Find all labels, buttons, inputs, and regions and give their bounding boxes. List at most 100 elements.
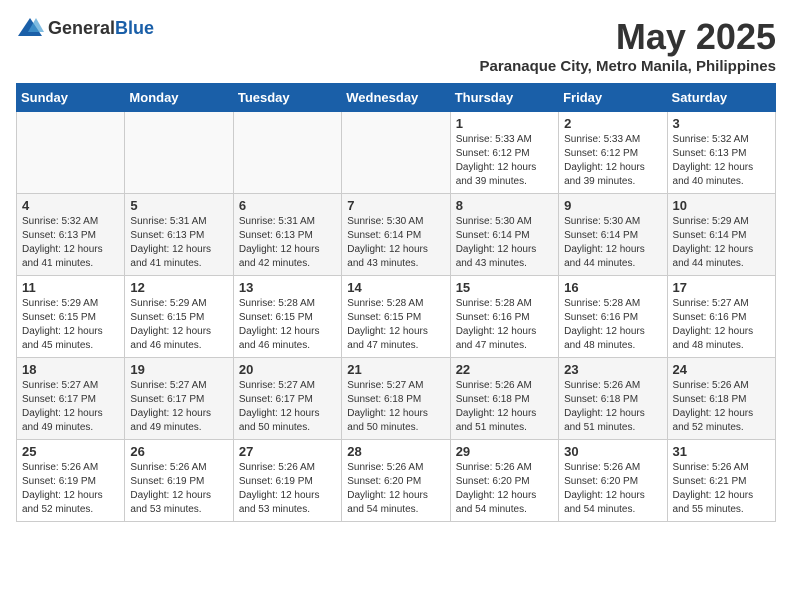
day-info: Sunrise: 5:27 AMSunset: 6:17 PMDaylight:…	[239, 379, 336, 435]
day-number: 28	[347, 444, 444, 459]
day-info: Sunrise: 5:26 AMSunset: 6:19 PMDaylight:…	[130, 461, 227, 517]
calendar-cell: 28 Sunrise: 5:26 AMSunset: 6:20 PMDayligh…	[342, 440, 450, 522]
col-header-saturday: Saturday	[667, 84, 775, 112]
calendar-cell: 22Sunrise: 5:26 AMSunset: 6:18 PMDayligh…	[450, 358, 558, 440]
day-info: Sunrise: 5:30 AMSunset: 6:14 PMDaylight:…	[564, 215, 661, 271]
day-info: Sunrise: 5:26 AMSunset: 6:18 PMDaylight:…	[456, 379, 553, 435]
calendar-cell: 29 Sunrise: 5:26 AMSunset: 6:20 PMDayligh…	[450, 440, 558, 522]
calendar-cell: 17Sunrise: 5:27 AMSunset: 6:16 PMDayligh…	[667, 276, 775, 358]
logo-icon	[16, 16, 44, 40]
day-info: Sunrise: 5:26 AMSunset: 6:19 PMDaylight:…	[22, 461, 119, 517]
day-info: Sunrise: 5:27 AMSunset: 6:17 PMDaylight:…	[22, 379, 119, 435]
day-number: 14	[347, 280, 444, 295]
calendar-cell	[233, 112, 341, 194]
calendar-cell: 3Sunrise: 5:32 AMSunset: 6:13 PMDaylight…	[667, 112, 775, 194]
month-year: May 2025	[480, 16, 776, 58]
calendar-cell: 4Sunrise: 5:32 AMSunset: 6:13 PMDaylight…	[17, 194, 125, 276]
calendar-cell: 9 Sunrise: 5:30 AMSunset: 6:14 PMDaylight…	[559, 194, 667, 276]
calendar-cell: 20 Sunrise: 5:27 AMSunset: 6:17 PMDayligh…	[233, 358, 341, 440]
calendar-cell	[125, 112, 233, 194]
calendar-week-row: 18 Sunrise: 5:27 AMSunset: 6:17 PMDayligh…	[17, 358, 776, 440]
day-info: Sunrise: 5:30 AMSunset: 6:14 PMDaylight:…	[347, 215, 444, 271]
day-info: Sunrise: 5:32 AMSunset: 6:13 PMDaylight:…	[673, 133, 770, 189]
col-header-sunday: Sunday	[17, 84, 125, 112]
calendar-cell: 23 Sunrise: 5:26 AMSunset: 6:18 PMDayligh…	[559, 358, 667, 440]
day-number: 13	[239, 280, 336, 295]
calendar-cell: 6 Sunrise: 5:31 AMSunset: 6:13 PMDaylight…	[233, 194, 341, 276]
day-info: Sunrise: 5:26 AMSunset: 6:20 PMDaylight:…	[456, 461, 553, 517]
day-number: 27	[239, 444, 336, 459]
day-number: 29	[456, 444, 553, 459]
day-number: 24	[673, 362, 770, 377]
calendar-header-row: SundayMondayTuesdayWednesdayThursdayFrid…	[17, 84, 776, 112]
calendar-cell: 8Sunrise: 5:30 AMSunset: 6:14 PMDaylight…	[450, 194, 558, 276]
day-info: Sunrise: 5:26 AMSunset: 6:21 PMDaylight:…	[673, 461, 770, 517]
calendar-cell	[17, 112, 125, 194]
logo: GeneralBlue	[16, 16, 154, 40]
day-info: Sunrise: 5:26 AMSunset: 6:20 PMDaylight:…	[347, 461, 444, 517]
day-info: Sunrise: 5:29 AMSunset: 6:15 PMDaylight:…	[22, 297, 119, 353]
calendar-cell: 7Sunrise: 5:30 AMSunset: 6:14 PMDaylight…	[342, 194, 450, 276]
day-info: Sunrise: 5:28 AMSunset: 6:16 PMDaylight:…	[456, 297, 553, 353]
calendar-cell: 12Sunrise: 5:29 AMSunset: 6:15 PMDayligh…	[125, 276, 233, 358]
col-header-wednesday: Wednesday	[342, 84, 450, 112]
calendar-week-row: 11Sunrise: 5:29 AMSunset: 6:15 PMDayligh…	[17, 276, 776, 358]
day-number: 2	[564, 116, 661, 131]
location: Paranaque City, Metro Manila, Philippine…	[480, 58, 776, 75]
title-section: May 2025 Paranaque City, Metro Manila, P…	[480, 16, 776, 75]
day-number: 17	[673, 280, 770, 295]
day-info: Sunrise: 5:28 AMSunset: 6:15 PMDaylight:…	[347, 297, 444, 353]
calendar-cell: 19 Sunrise: 5:27 AMSunset: 6:17 PMDayligh…	[125, 358, 233, 440]
calendar-cell: 31 Sunrise: 5:26 AMSunset: 6:21 PMDayligh…	[667, 440, 775, 522]
calendar-cell: 10 Sunrise: 5:29 AMSunset: 6:14 PMDayligh…	[667, 194, 775, 276]
day-number: 26	[130, 444, 227, 459]
day-info: Sunrise: 5:31 AMSunset: 6:13 PMDaylight:…	[239, 215, 336, 271]
day-number: 6	[239, 198, 336, 213]
calendar-week-row: 4Sunrise: 5:32 AMSunset: 6:13 PMDaylight…	[17, 194, 776, 276]
col-header-tuesday: Tuesday	[233, 84, 341, 112]
day-number: 10	[673, 198, 770, 213]
col-header-thursday: Thursday	[450, 84, 558, 112]
calendar-cell: 14 Sunrise: 5:28 AMSunset: 6:15 PMDayligh…	[342, 276, 450, 358]
day-number: 18	[22, 362, 119, 377]
calendar-cell: 13 Sunrise: 5:28 AMSunset: 6:15 PMDayligh…	[233, 276, 341, 358]
calendar-cell: 2Sunrise: 5:33 AMSunset: 6:12 PMDaylight…	[559, 112, 667, 194]
day-info: Sunrise: 5:33 AMSunset: 6:12 PMDaylight:…	[456, 133, 553, 189]
calendar-cell: 1 Sunrise: 5:33 AMSunset: 6:12 PMDaylight…	[450, 112, 558, 194]
calendar-cell: 5Sunrise: 5:31 AMSunset: 6:13 PMDaylight…	[125, 194, 233, 276]
day-number: 9	[564, 198, 661, 213]
day-info: Sunrise: 5:29 AMSunset: 6:14 PMDaylight:…	[673, 215, 770, 271]
day-number: 23	[564, 362, 661, 377]
calendar-cell: 15 Sunrise: 5:28 AMSunset: 6:16 PMDayligh…	[450, 276, 558, 358]
calendar-cell: 24Sunrise: 5:26 AMSunset: 6:18 PMDayligh…	[667, 358, 775, 440]
day-info: Sunrise: 5:26 AMSunset: 6:18 PMDaylight:…	[564, 379, 661, 435]
calendar-week-row: 1 Sunrise: 5:33 AMSunset: 6:12 PMDaylight…	[17, 112, 776, 194]
col-header-monday: Monday	[125, 84, 233, 112]
day-number: 5	[130, 198, 227, 213]
logo-blue: Blue	[115, 18, 154, 38]
day-info: Sunrise: 5:29 AMSunset: 6:15 PMDaylight:…	[130, 297, 227, 353]
day-number: 19	[130, 362, 227, 377]
col-header-friday: Friday	[559, 84, 667, 112]
day-info: Sunrise: 5:26 AMSunset: 6:20 PMDaylight:…	[564, 461, 661, 517]
day-info: Sunrise: 5:26 AMSunset: 6:19 PMDaylight:…	[239, 461, 336, 517]
day-info: Sunrise: 5:28 AMSunset: 6:15 PMDaylight:…	[239, 297, 336, 353]
day-number: 15	[456, 280, 553, 295]
day-number: 25	[22, 444, 119, 459]
calendar-cell: 21Sunrise: 5:27 AMSunset: 6:18 PMDayligh…	[342, 358, 450, 440]
day-number: 21	[347, 362, 444, 377]
day-info: Sunrise: 5:32 AMSunset: 6:13 PMDaylight:…	[22, 215, 119, 271]
day-number: 20	[239, 362, 336, 377]
page-header: GeneralBlue May 2025 Paranaque City, Met…	[16, 16, 776, 75]
calendar-cell: 25 Sunrise: 5:26 AMSunset: 6:19 PMDayligh…	[17, 440, 125, 522]
day-info: Sunrise: 5:27 AMSunset: 6:17 PMDaylight:…	[130, 379, 227, 435]
calendar-cell: 16Sunrise: 5:28 AMSunset: 6:16 PMDayligh…	[559, 276, 667, 358]
calendar-week-row: 25 Sunrise: 5:26 AMSunset: 6:19 PMDayligh…	[17, 440, 776, 522]
day-number: 16	[564, 280, 661, 295]
day-number: 1	[456, 116, 553, 131]
calendar-cell: 30Sunrise: 5:26 AMSunset: 6:20 PMDayligh…	[559, 440, 667, 522]
calendar-cell	[342, 112, 450, 194]
calendar: SundayMondayTuesdayWednesdayThursdayFrid…	[16, 83, 776, 522]
calendar-cell: 18 Sunrise: 5:27 AMSunset: 6:17 PMDayligh…	[17, 358, 125, 440]
day-number: 31	[673, 444, 770, 459]
